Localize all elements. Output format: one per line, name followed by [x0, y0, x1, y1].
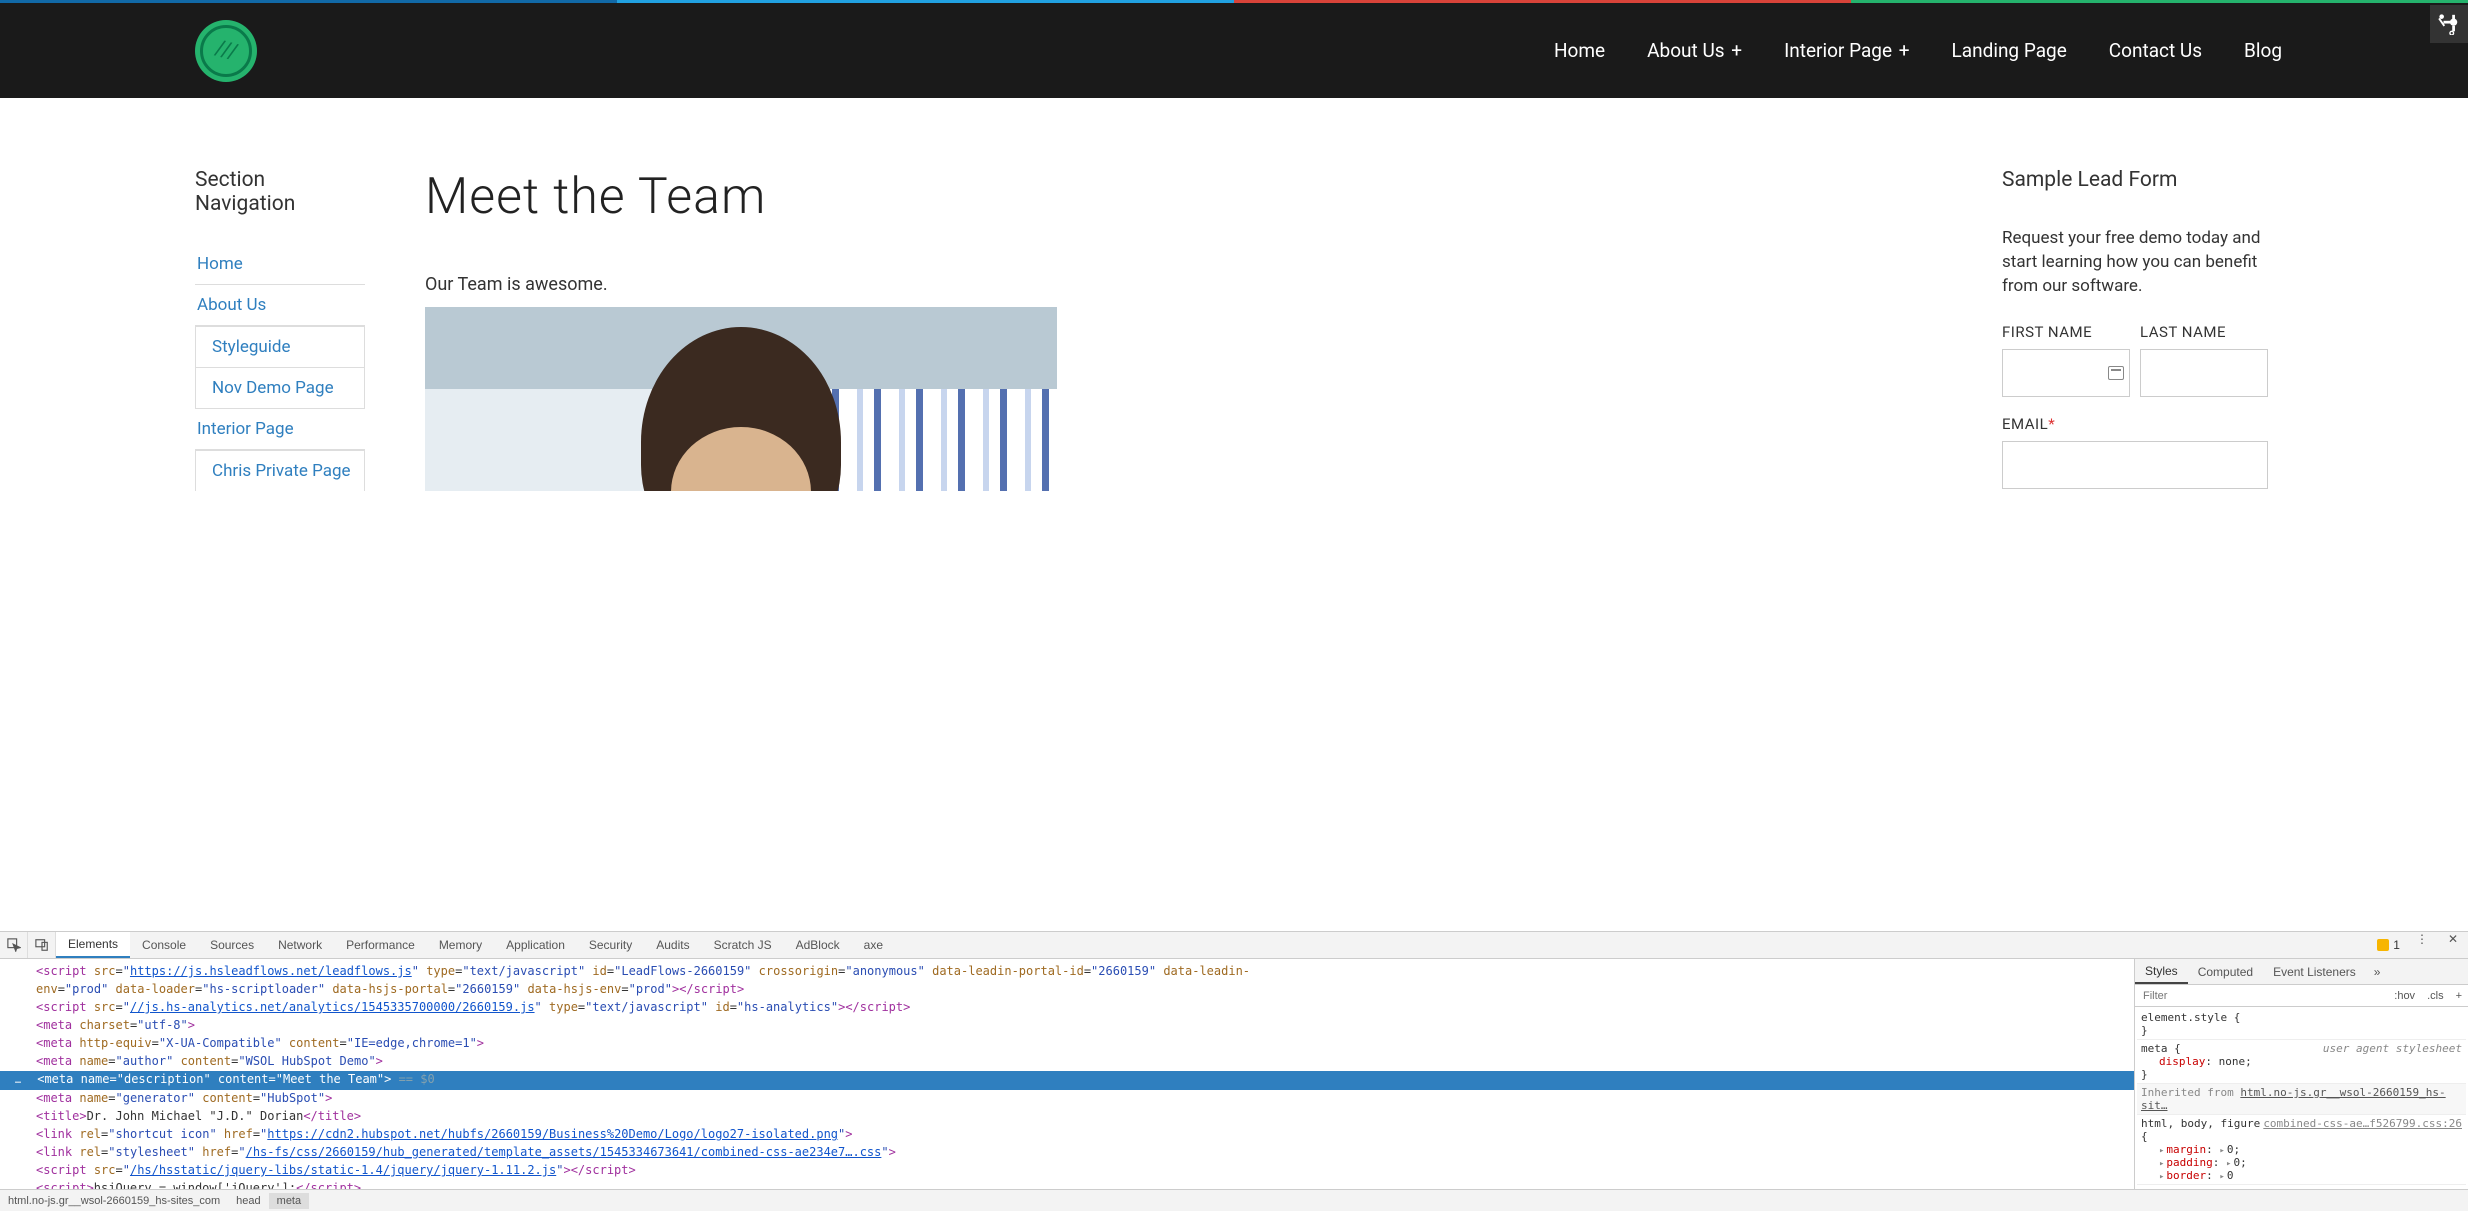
contact-card-icon: [2108, 366, 2124, 380]
side-link-styleguide[interactable]: Styleguide: [196, 327, 364, 367]
team-photo: [425, 307, 1057, 491]
form-desc: Request your free demo today and start l…: [2002, 227, 2268, 298]
tab-sources[interactable]: Sources: [198, 932, 266, 958]
nav-interior[interactable]: Interior Page +: [1778, 33, 1915, 68]
side-link-chris[interactable]: Chris Private Page: [196, 451, 364, 491]
nav-home[interactable]: Home: [1548, 33, 1611, 68]
primary-nav: Home About Us + Interior Page + Landing …: [1548, 33, 2288, 68]
page-subtitle: Our Team is awesome.: [425, 274, 1942, 295]
side-link-novdemo[interactable]: Nov Demo Page: [196, 368, 364, 408]
form-title: Sample Lead Form: [2002, 168, 2268, 192]
tab-scratch[interactable]: Scratch JS: [702, 932, 784, 958]
tab-computed[interactable]: Computed: [2188, 959, 2263, 984]
add-rule-icon[interactable]: +: [2450, 990, 2468, 1002]
close-icon[interactable]: ✕: [2438, 932, 2468, 958]
source-link[interactable]: combined-css-ae…f526799.css:26: [2263, 1117, 2462, 1130]
tab-adblock[interactable]: AdBlock: [784, 932, 852, 958]
page-title: Meet the Team: [425, 168, 1942, 226]
more-tabs-icon[interactable]: »: [2366, 965, 2389, 979]
site-logo[interactable]: ///: [195, 20, 257, 82]
main-content: Meet the Team Our Team is awesome.: [425, 168, 1942, 491]
inspect-icon[interactable]: [0, 932, 28, 958]
label-email: EMAIL*: [2002, 415, 2268, 433]
label-last-name: LAST NAME: [2140, 323, 2268, 341]
tab-memory[interactable]: Memory: [427, 932, 494, 958]
crumb-meta[interactable]: meta: [269, 1193, 309, 1209]
tab-network[interactable]: Network: [266, 932, 334, 958]
device-toggle-icon[interactable]: [28, 932, 56, 958]
side-link-interior[interactable]: Interior Page: [195, 409, 365, 449]
label-first-name: FIRST NAME: [2002, 323, 2130, 341]
sidebar-title: Section Navigation: [195, 168, 365, 216]
css-rules[interactable]: element.style {} user agent stylesheetme…: [2135, 1007, 2468, 1189]
nav-about[interactable]: About Us +: [1641, 33, 1748, 68]
warnings-badge[interactable]: 1: [2371, 932, 2406, 958]
devtools-tabs: Elements Console Sources Network Perform…: [0, 932, 2468, 959]
tab-application[interactable]: Application: [494, 932, 577, 958]
side-link-home[interactable]: Home: [195, 244, 365, 284]
email-input[interactable]: [2002, 441, 2268, 489]
tab-performance[interactable]: Performance: [334, 932, 427, 958]
page-body: Section Navigation Home About Us Stylegu…: [0, 98, 2468, 491]
tab-console[interactable]: Console: [130, 932, 198, 958]
styles-panel: Styles Computed Event Listeners » :hov .…: [2134, 959, 2468, 1189]
side-link-about[interactable]: About Us: [195, 285, 365, 325]
warning-icon: [2377, 939, 2389, 951]
dom-selected-line[interactable]: … <meta name="description" content="Meet…: [0, 1071, 2134, 1090]
lead-form: Sample Lead Form Request your free demo …: [2002, 168, 2268, 491]
nav-blog[interactable]: Blog: [2238, 33, 2288, 68]
site-header: /// Home About Us + Interior Page + Land…: [0, 3, 2468, 98]
tab-axe[interactable]: axe: [852, 932, 895, 958]
chevron-plus-icon: +: [1894, 39, 1910, 62]
hov-toggle[interactable]: :hov: [2388, 990, 2421, 1002]
tab-elements[interactable]: Elements: [56, 932, 130, 958]
crumb-head[interactable]: head: [228, 1193, 268, 1209]
chevron-plus-icon: +: [1727, 39, 1743, 62]
tab-audits[interactable]: Audits: [644, 932, 701, 958]
more-icon[interactable]: ⋮: [2406, 932, 2438, 958]
cls-toggle[interactable]: .cls: [2421, 990, 2450, 1002]
nav-contact[interactable]: Contact Us: [2103, 33, 2208, 68]
breadcrumb-bar: html.no-js.gr__wsol-2660159_hs-sites_com…: [0, 1189, 2468, 1211]
crumb-html[interactable]: html.no-js.gr__wsol-2660159_hs-sites_com: [0, 1193, 228, 1209]
nav-landing[interactable]: Landing Page: [1946, 33, 2073, 68]
devtools-panel: Elements Console Sources Network Perform…: [0, 931, 2468, 1211]
section-navigation: Section Navigation Home About Us Stylegu…: [195, 168, 365, 491]
tab-styles[interactable]: Styles: [2135, 959, 2188, 984]
hubspot-icon[interactable]: [2430, 5, 2468, 43]
tab-events[interactable]: Event Listeners: [2263, 959, 2366, 984]
last-name-input[interactable]: [2140, 349, 2268, 397]
dom-tree[interactable]: <script src="https://js.hsleadflows.net/…: [0, 959, 2134, 1189]
tab-security[interactable]: Security: [577, 932, 644, 958]
styles-filter-input[interactable]: [2135, 985, 2388, 1006]
